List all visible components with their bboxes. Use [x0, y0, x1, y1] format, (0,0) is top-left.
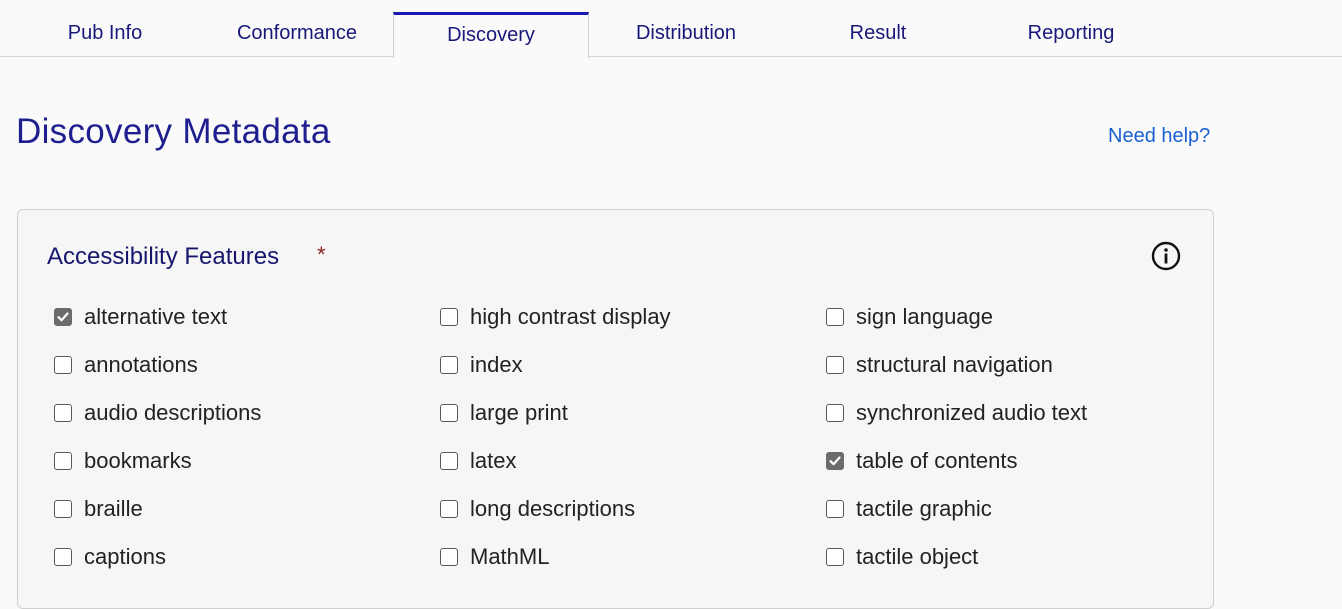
feature-checkbox[interactable] [54, 404, 72, 422]
feature-option-label: latex [470, 448, 517, 473]
feature-checkbox[interactable] [54, 548, 72, 566]
panel-title: Accessibility Features [47, 243, 280, 270]
feature-option-label: table of contents [856, 448, 1018, 473]
accessibility-features-panel: Accessibility Features * alternative tex… [17, 209, 1214, 609]
feature-option-label: structural navigation [856, 352, 1053, 377]
tab-bar: Pub Info Conformance Discovery Distribut… [0, 0, 1342, 58]
feature-option-label: tactile graphic [856, 496, 992, 521]
feature-option-label: high contrast display [470, 304, 671, 329]
feature-checkbox[interactable] [440, 452, 458, 470]
tab-distribution[interactable]: Distribution [588, 12, 784, 57]
feature-checkbox[interactable] [826, 404, 844, 422]
feature-checkbox[interactable] [54, 500, 72, 518]
feature-option-label: braille [84, 496, 143, 521]
feature-option-label: captions [84, 544, 166, 569]
feature-option-label: synchronized audio text [856, 400, 1088, 425]
feature-option-label: audio descriptions [84, 400, 262, 425]
feature-option[interactable]: captions [54, 542, 166, 572]
feature-option[interactable]: high contrast display [440, 302, 671, 332]
feature-option[interactable]: long descriptions [440, 494, 635, 524]
feature-checkbox[interactable] [440, 500, 458, 518]
feature-option[interactable]: braille [54, 494, 143, 524]
feature-option[interactable]: MathML [440, 542, 549, 572]
feature-checkbox[interactable] [440, 308, 458, 326]
feature-option[interactable]: tactile graphic [826, 494, 992, 524]
feature-option-label: large print [470, 400, 568, 425]
tab-pub-info[interactable]: Pub Info [7, 12, 203, 57]
feature-option[interactable]: structural navigation [826, 350, 1053, 380]
feature-checkbox[interactable] [440, 404, 458, 422]
feature-option-label: index [470, 352, 523, 377]
feature-option-label: bookmarks [84, 448, 192, 473]
feature-checkbox[interactable] [826, 308, 844, 326]
tab-result[interactable]: Result [780, 12, 976, 57]
feature-option-label: long descriptions [470, 496, 636, 521]
feature-option[interactable]: table of contents [826, 446, 1017, 476]
required-marker: * [317, 242, 326, 267]
feature-checkbox[interactable] [826, 500, 844, 518]
feature-checkbox[interactable] [54, 308, 72, 326]
feature-checkbox[interactable] [54, 356, 72, 374]
feature-checkbox[interactable] [440, 356, 458, 374]
feature-option-label: sign language [856, 304, 994, 329]
tab-conformance[interactable]: Conformance [199, 12, 395, 57]
feature-option[interactable]: audio descriptions [54, 398, 261, 428]
feature-option[interactable]: synchronized audio text [826, 398, 1087, 428]
feature-option-label: alternative text [84, 304, 228, 329]
feature-option[interactable]: alternative text [54, 302, 227, 332]
feature-option-label: MathML [470, 544, 550, 569]
feature-checkbox[interactable] [440, 548, 458, 566]
need-help-link[interactable]: Need help? [1108, 125, 1210, 148]
feature-option[interactable]: tactile object [826, 542, 978, 572]
feature-option-label: annotations [84, 352, 198, 377]
feature-option[interactable]: index [440, 350, 523, 380]
feature-option[interactable]: annotations [54, 350, 198, 380]
tab-discovery[interactable]: Discovery [393, 12, 589, 58]
feature-checkbox[interactable] [54, 452, 72, 470]
feature-checkbox[interactable] [826, 452, 844, 470]
feature-option[interactable]: bookmarks [54, 446, 192, 476]
feature-option[interactable]: large print [440, 398, 568, 428]
feature-checkbox[interactable] [826, 548, 844, 566]
feature-checkbox[interactable] [826, 356, 844, 374]
feature-option[interactable]: sign language [826, 302, 993, 332]
tab-reporting[interactable]: Reporting [973, 12, 1169, 57]
feature-option[interactable]: latex [440, 446, 516, 476]
feature-option-label: tactile object [856, 544, 979, 569]
info-circle-icon[interactable] [1150, 240, 1182, 272]
page-title: Discovery Metadata [16, 112, 331, 151]
